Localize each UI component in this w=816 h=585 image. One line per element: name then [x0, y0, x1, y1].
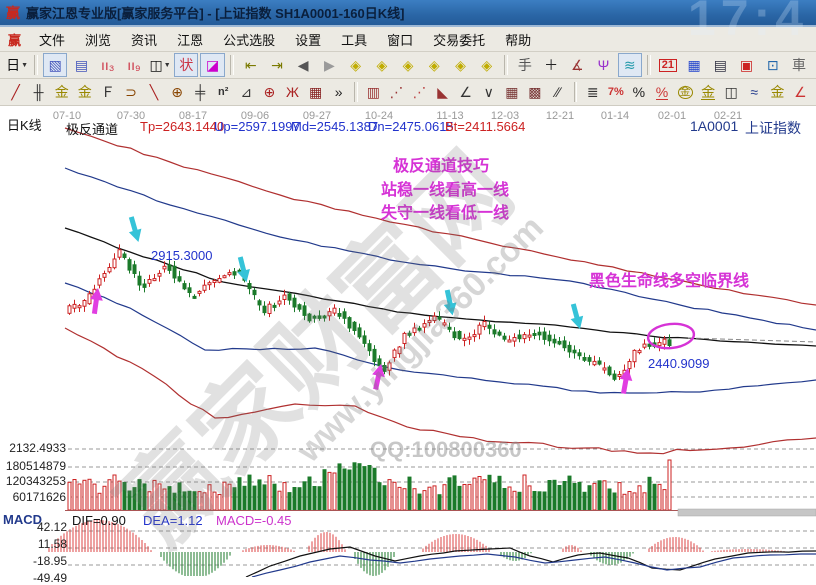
draw-pen-icon[interactable]: ╱ [5, 80, 26, 104]
notes-icon[interactable]: ▤ [708, 53, 732, 77]
toolbar-separator [34, 55, 38, 75]
channel-lines [65, 128, 816, 454]
toolbar-separator [230, 55, 234, 75]
signal-arrow-down-1 [125, 215, 145, 244]
more-tools-icon[interactable]: » [328, 80, 349, 104]
menu-news[interactable]: 资讯 [121, 28, 167, 51]
parallel-lines-icon[interactable]: ∕∕ [547, 80, 568, 104]
menu-file[interactable]: 文件 [29, 28, 75, 51]
menu-formula-picker[interactable]: 公式选股 [213, 28, 285, 51]
scrollbar-track[interactable] [678, 509, 816, 516]
fan-solid-icon[interactable]: ◣ [432, 80, 453, 104]
prev-bar-icon[interactable]: ◀ [291, 53, 315, 77]
box-grid-icon[interactable]: ▥ [363, 80, 384, 104]
pattern-tool-icon[interactable]: 状 [174, 53, 198, 77]
color-histogram-icon[interactable]: ◪ [200, 53, 224, 77]
chart-canvas[interactable] [0, 107, 816, 577]
toolbar-separator [647, 55, 651, 75]
menu-browse[interactable]: 浏览 [75, 28, 121, 51]
inner-top-line [65, 168, 816, 330]
angle-tool-icon[interactable]: ⊿ [236, 80, 257, 104]
trade-cart-icon[interactable]: 車 [787, 53, 811, 77]
grid-b-icon[interactable]: ▩ [524, 80, 545, 104]
toolbar-separator [574, 82, 578, 102]
gann-flower-icon[interactable]: Ψ [591, 53, 615, 77]
export-icon[interactable]: ⊡ [761, 53, 785, 77]
mdi-system-icon[interactable]: 赢 [8, 30, 21, 49]
target-circle-icon[interactable]: ⊕ [259, 80, 280, 104]
app-window: { "window": { "title": "赢家江恩专业版[赢家服务平台] … [0, 0, 816, 577]
toolbar-main: 日▼▧▤ıı₃ıı₉◫▼状◪⇤⇥◀▶◈◈◈◈◈◈手＋∡Ψ≋21▦▤▣⊡車 [0, 52, 816, 79]
period-selector-icon[interactable]: 日▼ [5, 53, 29, 77]
gann-diamond-right-icon[interactable]: ◈ [370, 53, 394, 77]
n-square-icon[interactable]: n² [213, 80, 234, 104]
next-bar-icon[interactable]: ▶ [317, 53, 341, 77]
bars-9min-icon[interactable]: ıı₉ [122, 53, 146, 77]
hand-tool-icon[interactable]: 手 [513, 53, 537, 77]
menu-settings[interactable]: 设置 [285, 28, 331, 51]
menu-bar: 赢 文件浏览资讯江恩公式选股设置工具窗口交易委托帮助 [0, 27, 816, 52]
smart-analysis-icon[interactable]: ≋ [618, 53, 642, 77]
title-bar: 赢 赢家江恩专业版[赢家服务平台] - [上证指数 SH1A0001-160日K… [0, 0, 816, 27]
spiral-icon[interactable]: ⊃ [120, 80, 141, 104]
gann-diamond-plus-icon[interactable]: ◈ [448, 53, 472, 77]
price-scale-icon[interactable]: ≣ [582, 80, 603, 104]
percent-line-icon[interactable]: % [651, 80, 672, 104]
gann-diamond-x-icon[interactable]: ◈ [422, 53, 446, 77]
inner-bottom-line [65, 283, 816, 393]
menu-tools[interactable]: 工具 [331, 28, 377, 51]
web-tool-icon[interactable]: Ж [282, 80, 303, 104]
axis-tool-icon[interactable]: ∠ [790, 80, 811, 104]
menu-help[interactable]: 帮助 [495, 28, 541, 51]
signal-arrow-down-3 [441, 289, 459, 317]
gann-circle-icon[interactable]: ⊕ [167, 80, 188, 104]
fan-lines-icon[interactable]: ⋰ [386, 80, 407, 104]
fan-lines2-icon[interactable]: ⋰ [409, 80, 430, 104]
wave-tool-icon[interactable]: ≈ [744, 80, 765, 104]
gold-grid-icon[interactable]: 金 [51, 80, 72, 104]
bars-3min-icon[interactable]: ıı₃ [96, 53, 120, 77]
measure-tool-icon[interactable]: ∡ [565, 53, 589, 77]
life-line [65, 228, 816, 346]
grid-a-icon[interactable]: ▦ [501, 80, 522, 104]
last-bar-icon[interactable]: ⇥ [265, 53, 289, 77]
percent-icon[interactable]: % [628, 80, 649, 104]
pattern-view-icon[interactable]: ▧ [43, 53, 67, 77]
save-icon[interactable]: ▣ [734, 53, 758, 77]
toolbar-separator [504, 55, 508, 75]
draw-pen2-icon[interactable]: ╲ [143, 80, 164, 104]
candle-style-icon[interactable]: ◫▼ [148, 53, 172, 77]
app-logo-icon: 赢 [6, 3, 20, 23]
candle-pen-icon[interactable]: ◫ [721, 80, 742, 104]
dense-grid-icon[interactable]: ▦ [305, 80, 326, 104]
outer-bottom-line [65, 328, 816, 454]
angle-lines-icon[interactable]: ∠ [455, 80, 476, 104]
window-title: 赢家江恩专业版[赢家服务平台] - [上证指数 SH1A0001-160日K线] [26, 3, 405, 22]
calculator-icon[interactable]: ▦ [682, 53, 706, 77]
gann-diamond-cross-icon[interactable]: ◈ [475, 53, 499, 77]
gold-grid2-icon[interactable]: 金 [74, 80, 95, 104]
gold-circle-icon[interactable]: 金 [675, 80, 696, 104]
gann-diamond-h-icon[interactable]: ◈ [396, 53, 420, 77]
chart-area[interactable] [0, 107, 816, 577]
gold-line-icon[interactable]: 金 [698, 80, 719, 104]
zigzag-icon[interactable]: ∨ [478, 80, 499, 104]
crosshair-tool-icon[interactable]: ＋ [539, 53, 563, 77]
toolbar-separator [354, 82, 358, 102]
menu-window[interactable]: 窗口 [377, 28, 423, 51]
candlesticks [68, 244, 671, 381]
menu-gann[interactable]: 江恩 [167, 28, 213, 51]
menu-trade[interactable]: 交易委托 [423, 28, 495, 51]
gann-ruler-icon[interactable]: ╫ [28, 80, 49, 104]
fibo-ruler-icon[interactable]: Ｆ [97, 80, 118, 104]
toolbar-drawing: ╱╫金金Ｆ⊃╲⊕╪n²⊿⊕Ж▦»▥⋰⋰◣∠∨▦▩∕∕≣7%%%金金◫≈金∠ [0, 79, 816, 106]
percent7-icon[interactable]: 7% [605, 80, 626, 104]
gold-line2-icon[interactable]: 金 [767, 80, 788, 104]
gann-diamond-left-icon[interactable]: ◈ [344, 53, 368, 77]
time-ruler-icon[interactable]: ╪ [190, 80, 211, 104]
info-panel-icon[interactable]: ▤ [69, 53, 93, 77]
first-bar-icon[interactable]: ⇤ [239, 53, 263, 77]
calendar-icon[interactable]: 21 [656, 53, 680, 77]
